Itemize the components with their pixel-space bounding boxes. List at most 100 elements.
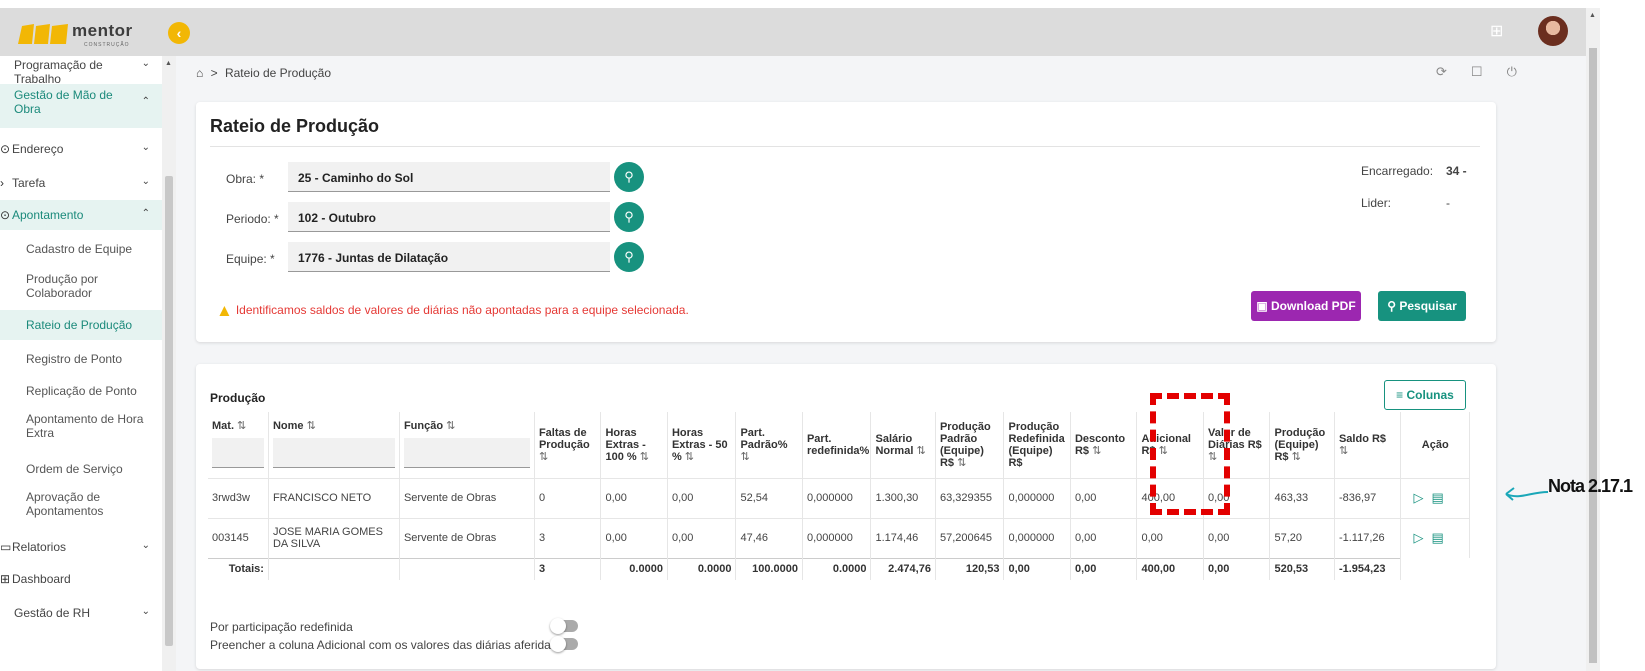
toggle-redefinida[interactable] — [550, 618, 578, 634]
sidebar-item-15[interactable]: Gestão de RH ⌄ — [0, 598, 162, 628]
total-value: 2.474,76 — [870, 557, 936, 580]
column-header-7[interactable]: Part. redefinida% — [802, 412, 872, 478]
sidebar-item-label: Rateio de Produção — [26, 318, 133, 332]
total-value: 400,00 — [1136, 557, 1204, 580]
totals-label: Totais: — [208, 557, 269, 580]
equipe-field[interactable]: 1776 - Juntas de Dilatação — [288, 242, 610, 272]
column-header-1[interactable]: Nome ⇅ — [268, 412, 400, 478]
column-header-9[interactable]: Produção Padrão (Equipe) R$ ⇅ — [935, 412, 1005, 478]
collapse-sidebar-button[interactable]: ‹ — [168, 22, 190, 44]
column-header-0[interactable]: Mat. ⇅ — [208, 412, 269, 478]
sort-icon[interactable]: ⇅ — [539, 451, 548, 463]
column-filter-input[interactable] — [212, 438, 264, 468]
action-cell: ▷ ▤ — [1400, 517, 1470, 558]
sidebar-item-7[interactable]: Rateio de Produção — [0, 310, 162, 340]
sort-icon[interactable]: ⇅ — [1289, 451, 1301, 463]
column-header-label: Saldo R$ — [1338, 432, 1387, 445]
edit-icon[interactable]: ▷ — [1413, 530, 1423, 545]
obra-search-button[interactable]: ⚲ — [614, 162, 644, 192]
page-scrollbar[interactable]: ▲ — [1586, 8, 1600, 671]
sort-icon[interactable]: ⇅ — [740, 451, 749, 463]
sidebar-item-10[interactable]: Apontamento de Hora Extra — [0, 408, 162, 452]
download-pdf-button[interactable]: ▣ Download PDF — [1251, 291, 1361, 321]
sidebar-item-label: Gestão de Mão de Obra — [14, 88, 113, 116]
sidebar-item-3[interactable]: › Tarefa ⌄ — [0, 168, 162, 198]
toggle-redefinida-label: Por participação redefinida — [210, 620, 353, 634]
edit-icon[interactable]: ▷ — [1413, 490, 1423, 505]
column-header-8[interactable]: Salário Normal ⇅ — [870, 412, 936, 478]
chevron-icon: ⌄ — [141, 606, 150, 617]
table-cell: 0,00 — [1070, 477, 1138, 518]
column-header-label: Salário Normal — [875, 432, 914, 457]
search-icon: ⚲ — [624, 209, 634, 224]
sort-icon[interactable]: ⇅ — [234, 420, 246, 432]
column-filter-input[interactable] — [403, 438, 530, 468]
sort-icon[interactable]: ⇅ — [443, 420, 455, 432]
periodo-search-button[interactable]: ⚲ — [614, 202, 644, 232]
mentor-logo: mentor CONSTRUÇÃO — [18, 20, 132, 48]
sort-icon[interactable]: ⇅ — [913, 445, 925, 457]
home-icon[interactable]: ⌂ — [196, 66, 203, 80]
toggle-adicional[interactable] — [550, 636, 578, 652]
details-icon[interactable]: ▤ — [1431, 490, 1443, 505]
apps-grid-icon[interactable]: ⊞ — [1490, 24, 1506, 40]
sidebar-item-6[interactable]: Produção por Colaborador — [0, 268, 162, 312]
sidebar-item-12[interactable]: Aprovação de Apontamentos — [0, 486, 162, 530]
total-value: 3 — [534, 557, 602, 580]
table-cell: 0 — [534, 477, 602, 518]
total-value: 520,53 — [1269, 557, 1335, 580]
colunas-button[interactable]: ≡ Colunas — [1384, 380, 1466, 410]
sidebar-item-1[interactable]: Gestão de Mão de Obra ⌃ — [0, 84, 162, 128]
sort-icon[interactable]: ⇅ — [1339, 445, 1348, 457]
column-header-label: Part. redefinida% — [806, 432, 870, 457]
total-value: 0,00 — [1003, 557, 1071, 580]
column-header-6[interactable]: Part. Padrão% ⇅ — [735, 412, 803, 478]
sort-icon[interactable]: ⇅ — [304, 420, 316, 432]
table-cell: 463,33 — [1269, 477, 1335, 518]
sort-icon[interactable]: ⇅ — [637, 451, 649, 463]
equipe-search-button[interactable]: ⚲ — [614, 242, 644, 272]
sidebar-item-4[interactable]: ⊙ Apontamento ⌃ — [0, 200, 162, 230]
sidebar-item-8[interactable]: Registro de Ponto — [0, 344, 162, 374]
column-header-2[interactable]: Função ⇅ — [399, 412, 535, 478]
details-icon[interactable]: ▤ — [1431, 530, 1443, 545]
table-cell: 0,000000 — [802, 477, 872, 518]
periodo-label: Periodo: * — [226, 212, 279, 226]
periodo-field[interactable]: 102 - Outubro — [288, 202, 610, 232]
obra-field[interactable]: 25 - Caminho do Sol — [288, 162, 610, 192]
sidebar-item-2[interactable]: ⊙ Endereço ⌄ — [0, 134, 162, 164]
column-header-11[interactable]: Desconto R$ ⇅ — [1070, 412, 1138, 478]
sidebar-item-0[interactable]: Programação de Trabalho ⌄ — [0, 56, 162, 86]
highlight-box — [1150, 393, 1230, 515]
column-header-3[interactable]: Faltas de Produção ⇅ — [534, 412, 602, 478]
sidebar-item-13[interactable]: ▭ Relatorios ⌄ — [0, 532, 162, 562]
column-header-14[interactable]: Produção (Equipe) R$ ⇅ — [1269, 412, 1335, 478]
power-icon[interactable]: ⏻ — [1507, 64, 1541, 79]
toggle-adicional-label: Preencher a coluna Adicional com os valo… — [210, 638, 557, 652]
column-header-4[interactable]: Horas Extras - 100 % ⇅ — [600, 412, 668, 478]
breadcrumb-separator: > — [210, 66, 218, 80]
user-avatar[interactable] — [1538, 16, 1568, 46]
sync-icon[interactable]: ⟳ — [1436, 64, 1471, 79]
chevron-icon: ⌄ — [141, 540, 150, 551]
bookmark-icon[interactable]: ☐ — [1471, 64, 1507, 79]
column-header-16[interactable]: Ação — [1400, 412, 1470, 478]
pesquisar-button[interactable]: ⚲ Pesquisar — [1378, 291, 1466, 321]
sort-icon[interactable]: ⇅ — [1089, 445, 1101, 457]
column-header-15[interactable]: Saldo R$ ⇅ — [1334, 412, 1402, 478]
sidebar-item-9[interactable]: Replicação de Ponto — [0, 376, 162, 406]
sidebar-item-5[interactable]: Cadastro de Equipe — [0, 234, 162, 264]
sidebar-scrollbar[interactable]: ▲ — [162, 56, 176, 671]
encarregado-value: 34 - — [1446, 164, 1467, 178]
column-filter-input[interactable] — [272, 438, 395, 468]
sidebar-item-11[interactable]: Ordem de Serviço — [0, 454, 162, 484]
sort-icon[interactable]: ⇅ — [682, 451, 694, 463]
arrow-icon — [1505, 487, 1549, 501]
table-cell: 0,000000 — [1003, 477, 1071, 518]
sidebar-item-label: Endereço — [12, 142, 64, 156]
sidebar-item-14[interactable]: ⊞ Dashboard — [0, 564, 162, 594]
sort-icon[interactable]: ⇅ — [954, 457, 966, 469]
total-value: 120,53 — [935, 557, 1005, 580]
column-header-5[interactable]: Horas Extras - 50 % ⇅ — [667, 412, 737, 478]
column-header-10[interactable]: Produção Redefinida (Equipe) R$ — [1003, 412, 1071, 478]
